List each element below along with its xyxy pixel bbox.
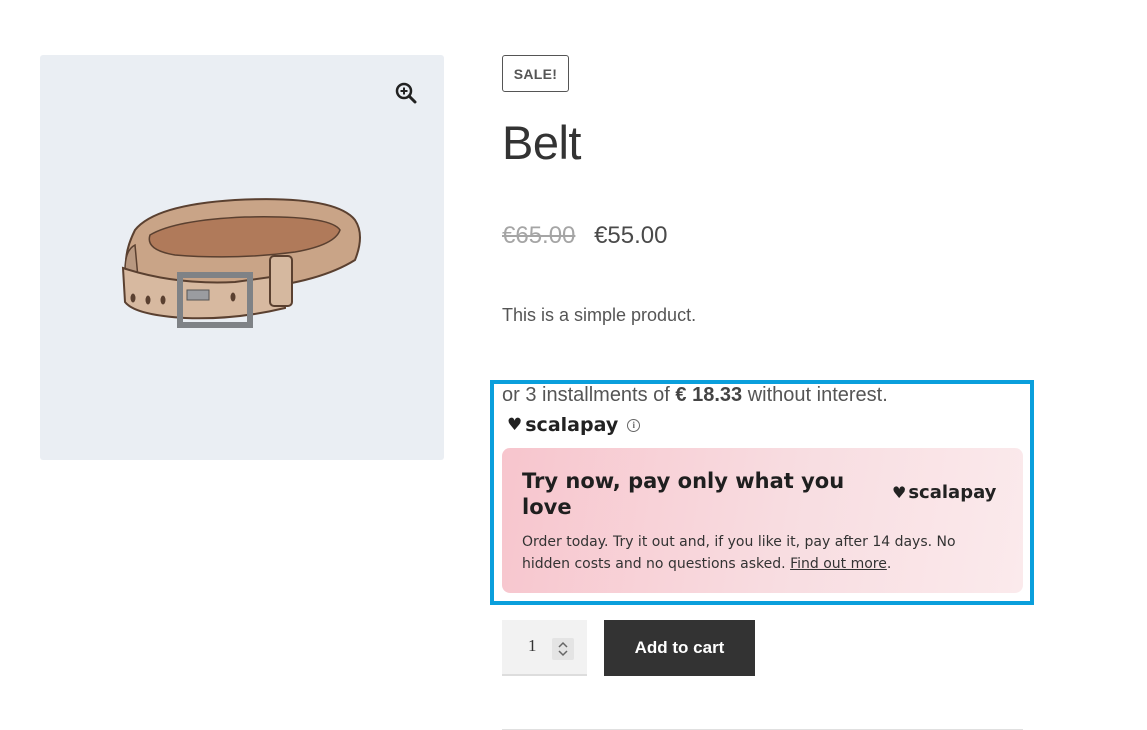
heart-icon: ♥: [507, 415, 523, 435]
spinner-arrows-icon[interactable]: [552, 638, 574, 660]
product-title: Belt: [502, 116, 582, 169]
zoom-in-icon[interactable]: [390, 77, 422, 109]
installments-text: or 3 installments of € 18.33 without int…: [502, 384, 888, 407]
sale-price: €55.00: [594, 222, 668, 249]
banner-trailing: .: [886, 556, 892, 572]
product-description: This is a simple product.: [502, 305, 697, 325]
banner-scalapay-logo: ♥ scalapay: [892, 482, 996, 503]
scalapay-inline-logo: ♥ scalapay i: [507, 414, 641, 436]
original-price: €65.00: [502, 222, 576, 249]
scalapay-brand: scalapay: [525, 414, 619, 436]
installments-amount: € 18.33: [675, 384, 743, 406]
installments-suffix: without interest.: [742, 384, 888, 406]
quantity-stepper[interactable]: 1: [502, 620, 587, 676]
product-image-belt[interactable]: [115, 190, 370, 335]
find-out-more-link[interactable]: Find out more: [790, 556, 887, 572]
info-icon[interactable]: i: [627, 418, 641, 432]
installments-prefix: or 3 installments of: [502, 384, 676, 406]
quantity-value[interactable]: 1: [528, 636, 537, 656]
product-price: €65.00 €55.00: [502, 222, 667, 250]
sale-badge: SALE!: [502, 55, 569, 92]
banner-brand: scalapay: [908, 482, 997, 503]
heart-icon: ♥: [892, 483, 907, 502]
banner-title: Try now, pay only what you love: [522, 469, 845, 519]
banner-text: Order today. Try it out and, if you like…: [522, 531, 1002, 575]
add-to-cart-button[interactable]: Add to cart: [604, 620, 755, 676]
scalapay-promo-banner: Try now, pay only what you love ♥ scalap…: [502, 448, 1023, 593]
